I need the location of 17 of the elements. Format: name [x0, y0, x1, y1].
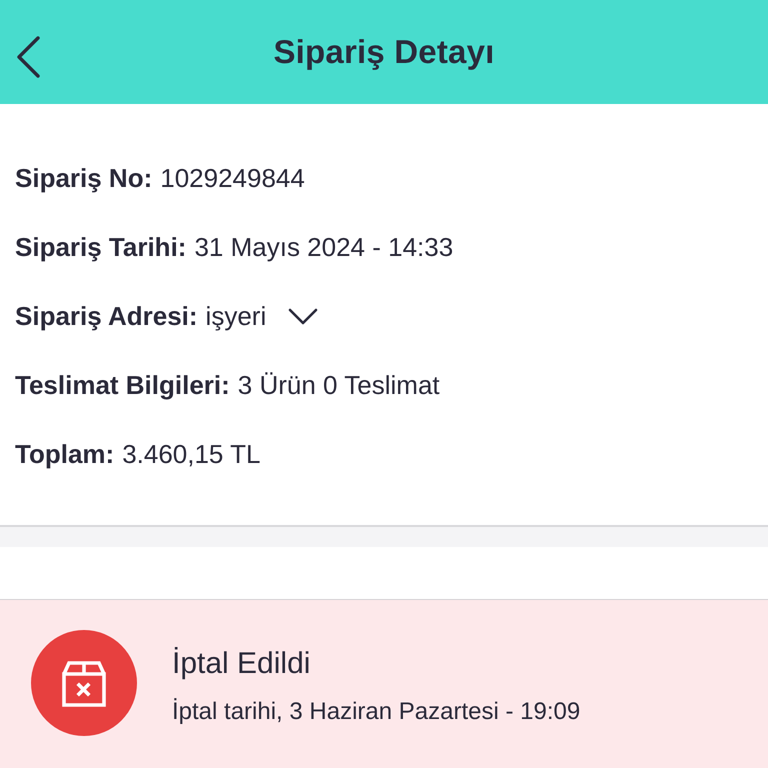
dropdown-toggle[interactable] [288, 306, 318, 326]
info-value: işyeri [206, 301, 266, 332]
status-date: İptal tarihi, 3 Haziran Pazartesi - 19:09 [172, 697, 580, 727]
info-value: 31 Mayıs 2024 - 14:33 [194, 232, 454, 263]
info-label: Teslimat Bilgileri: [15, 370, 230, 401]
info-value: 3.460,15 TL [122, 439, 260, 470]
status-title: İptal Edildi [172, 646, 312, 682]
page-title: Sipariş Detayı [273, 33, 495, 71]
cancelled-box-icon [31, 630, 137, 736]
chevron-down-icon [288, 308, 318, 325]
info-value: 1029249844 [160, 163, 305, 194]
back-chevron-icon [16, 36, 40, 78]
info-label: Sipariş Adresi: [15, 301, 198, 332]
info-label: Sipariş Tarihi: [15, 232, 186, 263]
info-value: 3 Ürün 0 Teslimat [238, 370, 440, 401]
info-label: Toplam: [15, 439, 114, 470]
info-label: Sipariş No: [15, 163, 152, 194]
